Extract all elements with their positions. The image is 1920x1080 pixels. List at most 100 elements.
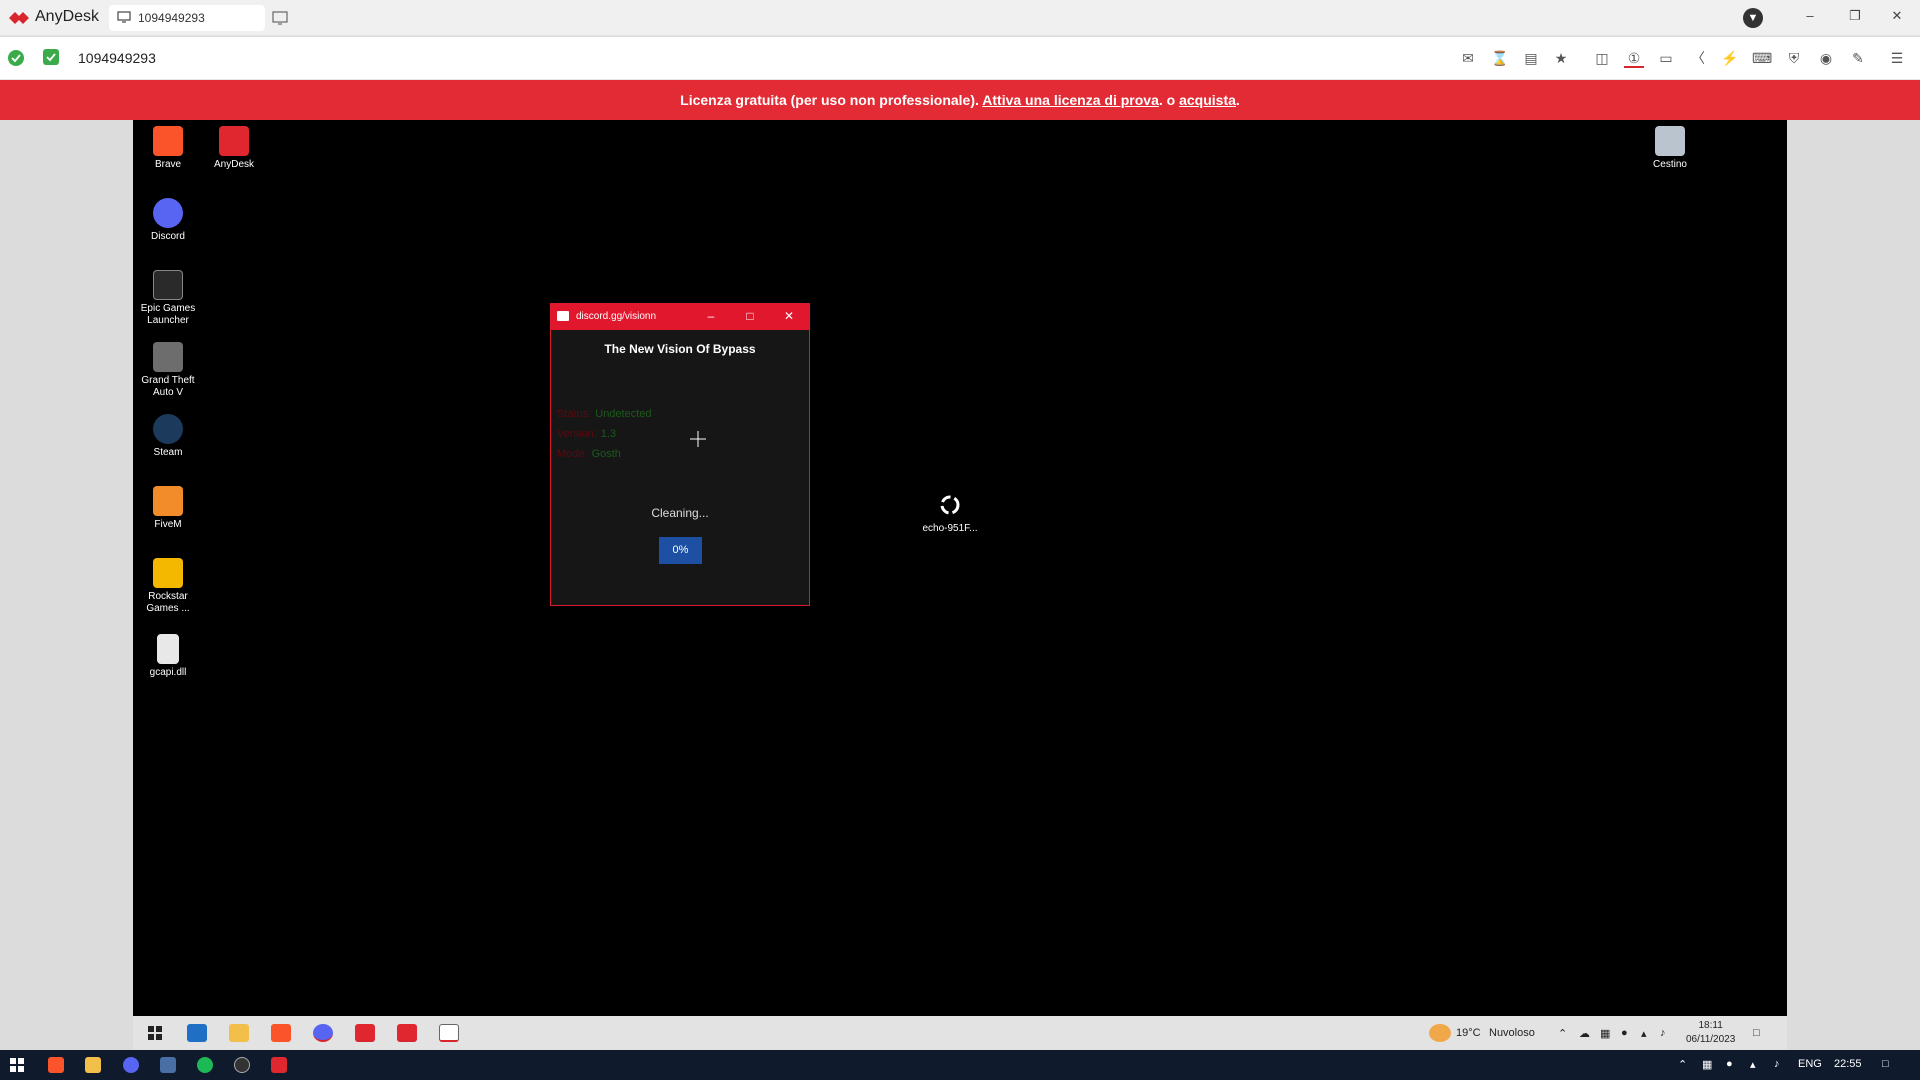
whiteboard-pen-icon[interactable]: ✎ xyxy=(1848,48,1868,68)
app-name: AnyDesk xyxy=(35,8,100,25)
desktop-icon-anydesk[interactable]: AnyDesk xyxy=(199,126,269,171)
local-tray-chevron-icon[interactable]: ⌃ xyxy=(1678,1058,1687,1071)
display-settings-icon[interactable]: ▭ xyxy=(1656,48,1676,68)
session-tab[interactable]: 1094949293 xyxy=(109,5,265,31)
new-session-icon[interactable] xyxy=(272,11,288,25)
desktop-icon-label: Cestino xyxy=(1653,159,1687,170)
local-tray-wifi-icon[interactable]: ▴ xyxy=(1750,1058,1756,1071)
local-lang[interactable]: ENG xyxy=(1798,1058,1822,1070)
desktop-icon-rockstar[interactable]: Rockstar Games ... xyxy=(133,558,203,615)
file-explorer-icon[interactable] xyxy=(229,1024,249,1042)
desktop-icon-label: gcapi.dll xyxy=(149,667,187,678)
windows-start-icon[interactable] xyxy=(145,1024,165,1042)
tray-volume-icon[interactable]: ♪ xyxy=(1660,1027,1666,1039)
actions-lightning-icon[interactable]: ⚡ xyxy=(1720,48,1740,68)
hamburger-menu-icon[interactable]: ☰ xyxy=(1887,48,1907,68)
local-app-2-icon[interactable] xyxy=(234,1057,250,1073)
chat-disabled-icon[interactable]: ✉ xyxy=(1458,48,1478,68)
account-menu-icon[interactable]: ▼ xyxy=(1743,8,1763,28)
dialog-minimize-icon[interactable]: – xyxy=(703,309,719,323)
record-icon[interactable]: ◉ xyxy=(1816,48,1836,68)
tray-network-icon[interactable]: ▴ xyxy=(1641,1027,1647,1040)
tab-label: 1094949293 xyxy=(138,11,205,25)
info-row-mode: Mode: Gosth xyxy=(557,448,621,460)
mail-icon[interactable] xyxy=(187,1024,207,1042)
desktop-icon-gta-v[interactable]: Grand Theft Auto V xyxy=(133,342,203,399)
anydesk-icon xyxy=(219,126,249,156)
fivem-icon xyxy=(153,486,183,516)
desktop-icon-epic-games[interactable]: Epic Games Launcher xyxy=(133,270,203,327)
local-tray-app-icon[interactable]: ▦ xyxy=(1702,1058,1712,1071)
close-icon[interactable]: ✕ xyxy=(1887,8,1907,24)
banner-text: Licenza gratuita (per uso non profession… xyxy=(680,92,979,108)
weather-cloud-icon[interactable] xyxy=(1429,1024,1451,1042)
local-tray-volume-icon[interactable]: ♪ xyxy=(1774,1058,1780,1070)
local-anydesk-icon[interactable] xyxy=(271,1057,287,1073)
desktop-icon-recycle-bin[interactable]: Cestino xyxy=(1635,126,1705,171)
chat-icon[interactable]: 〈 xyxy=(1688,48,1708,68)
discord-taskbar-icon[interactable] xyxy=(313,1024,333,1042)
display-1-icon[interactable]: ① xyxy=(1624,48,1644,68)
remote-clock[interactable]: 18:11 06/11/2023 xyxy=(1686,1019,1735,1047)
clipboard-icon[interactable]: ▤ xyxy=(1521,48,1541,68)
desktop-icon-label: Discord xyxy=(151,231,185,242)
local-tray-mic-icon[interactable]: ● xyxy=(1726,1058,1733,1070)
dialog-heading: The New Vision Of Bypass xyxy=(604,342,756,356)
desktop-icon-steam[interactable]: Steam xyxy=(133,414,203,459)
desktop-icon-gcapi[interactable]: gcapi.dll xyxy=(133,634,203,679)
dialog-close-icon[interactable]: ✕ xyxy=(781,309,797,323)
dialog-titlebar[interactable]: discord.gg/visionn – □ ✕ xyxy=(551,304,809,330)
app-window-taskbar-icon[interactable] xyxy=(439,1024,459,1042)
dialog-title: discord.gg/visionn xyxy=(576,311,657,322)
tray-app-icon[interactable]: ☁ xyxy=(1579,1027,1590,1040)
tray-mic-icon[interactable]: ● xyxy=(1621,1027,1628,1039)
desktop-icon-brave[interactable]: Brave xyxy=(133,126,203,171)
status-text: Cleaning... xyxy=(651,506,709,520)
anydesk-taskbar-icon[interactable] xyxy=(355,1024,375,1042)
hourglass-icon[interactable]: ⌛ xyxy=(1490,48,1510,68)
notifications-icon[interactable]: □ xyxy=(1753,1027,1760,1039)
brave-taskbar-icon[interactable] xyxy=(271,1024,291,1042)
permissions-shield-icon[interactable]: ⛨ xyxy=(1784,48,1804,68)
local-spotify-icon[interactable] xyxy=(197,1057,213,1073)
local-discord-icon[interactable] xyxy=(123,1057,139,1073)
local-windows-start-icon[interactable] xyxy=(9,1057,25,1073)
desktop-icon-label: Epic Games Launcher xyxy=(140,303,196,326)
purchase-link[interactable]: acquista xyxy=(1179,92,1236,108)
desktop-icon-label: echo-951F... xyxy=(922,523,978,534)
desktop-icon-fivem[interactable]: FiveM xyxy=(133,486,203,531)
local-brave-icon[interactable] xyxy=(48,1057,64,1073)
local-app-icon[interactable] xyxy=(160,1057,176,1073)
minimize-icon[interactable]: – xyxy=(1800,8,1820,23)
echo-app-icon xyxy=(935,490,965,520)
remote-desktop[interactable]: Brave AnyDesk Cestino Discord Epic Games… xyxy=(133,120,1787,1016)
security-ok-icon xyxy=(43,49,59,65)
epic-games-icon xyxy=(153,270,183,300)
desktop-icon-discord[interactable]: Discord xyxy=(133,198,203,243)
info-value: 1.3 xyxy=(600,428,617,440)
keyboard-icon[interactable]: ⌨ xyxy=(1752,48,1772,68)
steam-icon xyxy=(153,414,183,444)
tray-chevron-icon[interactable]: ⌃ xyxy=(1558,1027,1567,1040)
favorite-star-icon[interactable]: ★ xyxy=(1551,48,1571,68)
remote-date: 06/11/2023 xyxy=(1686,1034,1736,1045)
gta-v-icon xyxy=(153,342,183,372)
connection-ok-icon xyxy=(8,50,24,66)
local-time[interactable]: 22:55 xyxy=(1834,1058,1862,1070)
trial-license-link[interactable]: Attiva una licenza di prova xyxy=(982,92,1159,108)
desktop-icon-echo[interactable]: echo-951F... xyxy=(915,490,985,535)
remote-address[interactable]: 1094949293 xyxy=(78,50,156,66)
anydesk-taskbar-icon-2[interactable] xyxy=(397,1024,417,1042)
progress-button[interactable]: 0% xyxy=(659,537,702,564)
dll-file-icon xyxy=(157,634,179,664)
address-bar: 1094949293 ✉ ⌛ ▤ ★ ◫ ① ▭ 〈 ⚡ ⌨ ⛨ ◉ ✎ ☰ xyxy=(0,37,1920,80)
tray-device-icon[interactable]: ▦ xyxy=(1600,1027,1610,1040)
desktop-icon-label: Grand Theft Auto V xyxy=(141,375,195,398)
dialog-maximize-icon[interactable]: □ xyxy=(742,309,758,323)
restore-icon[interactable]: ❐ xyxy=(1845,8,1865,24)
file-transfer-icon[interactable]: ◫ xyxy=(1592,48,1612,68)
local-notifications-icon[interactable]: □ xyxy=(1882,1058,1889,1070)
desktop-icon-label: FiveM xyxy=(154,519,182,530)
local-explorer-icon[interactable] xyxy=(85,1057,101,1073)
info-key: Mode: xyxy=(557,448,588,460)
